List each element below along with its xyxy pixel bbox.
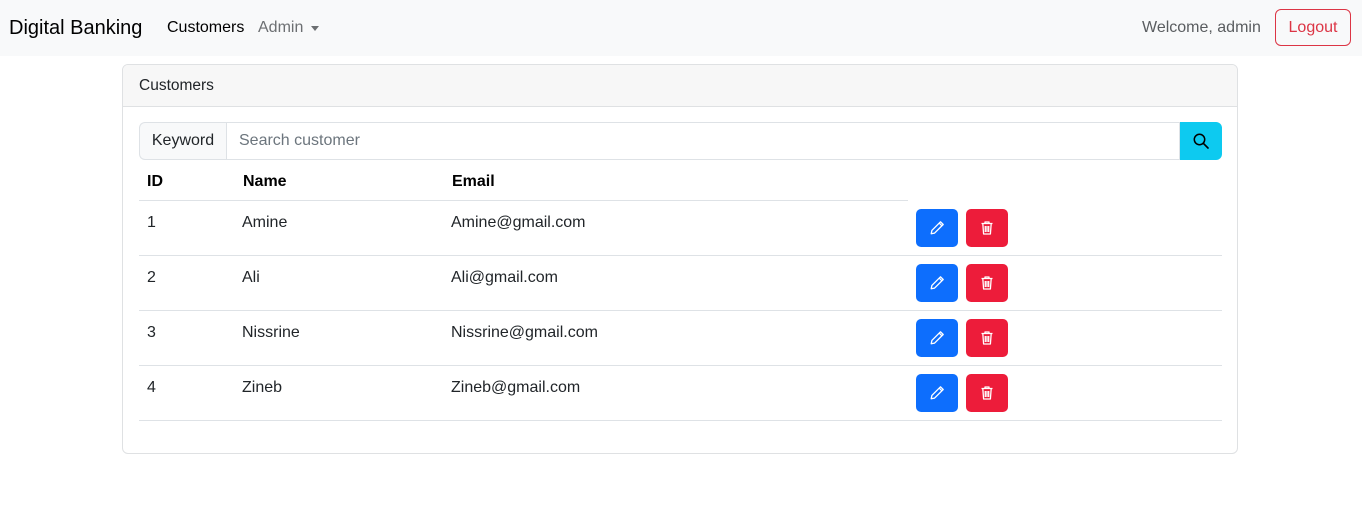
edit-button[interactable] xyxy=(916,264,958,302)
edit-button[interactable] xyxy=(916,374,958,412)
cell-email: Amine@gmail.com xyxy=(451,214,586,231)
delete-button[interactable] xyxy=(966,319,1008,357)
column-header-id: ID xyxy=(147,173,163,190)
brand[interactable]: Digital Banking xyxy=(9,15,142,41)
table-row: 1 Amine Amine@gmail.com xyxy=(139,201,1222,256)
logout-button[interactable]: Logout xyxy=(1275,9,1351,46)
cell-name: Amine xyxy=(242,214,288,231)
table-row: 4 Zineb Zineb@gmail.com xyxy=(139,366,1222,421)
cell-email: Zineb@gmail.com xyxy=(451,379,581,396)
trash-icon xyxy=(981,331,993,345)
column-header-name: Name xyxy=(243,173,287,190)
delete-button[interactable] xyxy=(966,374,1008,412)
nav-customers[interactable]: Customers xyxy=(167,18,244,38)
customers-card: Customers Keyword ID Name Email 1 Amine … xyxy=(122,64,1238,454)
cell-id: 1 xyxy=(147,214,156,231)
cell-name: Zineb xyxy=(242,379,283,396)
pencil-icon xyxy=(930,276,944,290)
nav-admin-dropdown[interactable]: Admin xyxy=(258,18,320,38)
keyword-label: Keyword xyxy=(139,122,226,160)
table-row: 2 Ali Ali@gmail.com xyxy=(139,256,1222,311)
nav-admin-label: Admin xyxy=(258,19,304,36)
delete-button[interactable] xyxy=(966,209,1008,247)
search-input[interactable] xyxy=(226,122,1180,160)
cell-email: Nissrine@gmail.com xyxy=(451,324,598,341)
cell-id: 2 xyxy=(147,269,156,286)
column-header-email: Email xyxy=(452,173,495,190)
table-row: 3 Nissrine Nissrine@gmail.com xyxy=(139,311,1222,366)
cell-name: Ali xyxy=(242,269,260,286)
cell-email: Ali@gmail.com xyxy=(451,269,558,286)
cell-id: 4 xyxy=(147,379,156,396)
edit-button[interactable] xyxy=(916,319,958,357)
trash-icon xyxy=(981,221,993,235)
search-icon xyxy=(1193,133,1209,149)
pencil-icon xyxy=(930,331,944,345)
card-header: Customers xyxy=(123,65,1237,107)
cell-id: 3 xyxy=(147,324,156,341)
pencil-icon xyxy=(930,386,944,400)
pencil-icon xyxy=(930,221,944,235)
navbar: Digital Banking Customers Admin Welcome,… xyxy=(0,0,1362,56)
delete-button[interactable] xyxy=(966,264,1008,302)
welcome-text: Welcome, admin xyxy=(1142,19,1261,36)
search-group: Keyword xyxy=(139,122,1222,160)
caret-down-icon xyxy=(311,26,320,31)
trash-icon xyxy=(981,276,993,290)
search-button[interactable] xyxy=(1180,122,1222,160)
edit-button[interactable] xyxy=(916,209,958,247)
cell-name: Nissrine xyxy=(242,324,300,341)
trash-icon xyxy=(981,386,993,400)
